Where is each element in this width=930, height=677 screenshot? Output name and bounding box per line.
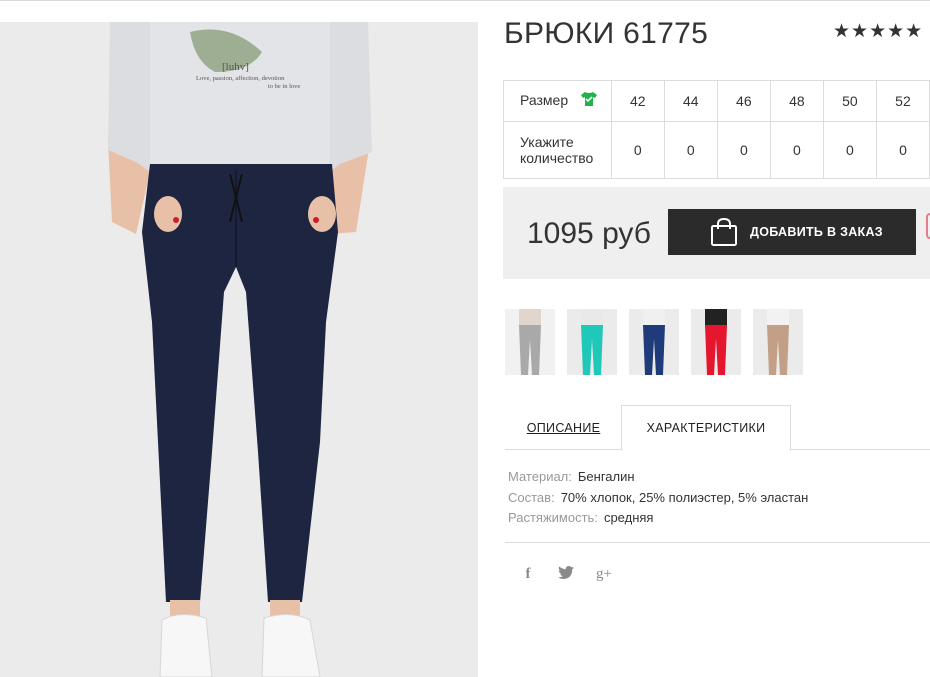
- tshirt-size-icon[interactable]: [580, 91, 598, 110]
- characteristic-key: Состав:: [508, 489, 555, 505]
- thumbnail-strip: [505, 309, 803, 375]
- tab-description[interactable]: ОПИСАНИЕ: [505, 405, 622, 450]
- size-value: 44: [663, 80, 718, 122]
- size-label: Размер: [520, 92, 569, 109]
- add-to-order-label: ДОБАВИТЬ В ЗАКАЗ: [750, 225, 883, 239]
- characteristic-key: Материал:: [508, 469, 572, 484]
- characteristic-value: Бенгалин: [577, 469, 635, 484]
- size-row: Размер 42 44 46 48 50 52: [503, 80, 930, 122]
- thumbnail-beige[interactable]: [753, 309, 803, 375]
- quantity-input[interactable]: 0: [716, 121, 771, 179]
- price: 1095 руб: [527, 217, 651, 250]
- twitter-icon[interactable]: [557, 566, 575, 583]
- quantity-row: Укажите количество 0 0 0 0 0 0: [503, 121, 930, 179]
- size-value: 50: [822, 80, 877, 122]
- characteristic-value: 70% хлопок, 25% полиэстер, 5% эластан: [560, 489, 809, 505]
- characteristic-value: средняя: [603, 510, 654, 525]
- product-title: БРЮКИ 61775: [504, 17, 709, 50]
- size-table: Размер 42 44 46 48 50 52 Укажите количес…: [503, 80, 930, 179]
- add-to-order-button[interactable]: ДОБАВИТЬ В ЗАКАЗ: [668, 209, 916, 255]
- size-value: 48: [769, 80, 824, 122]
- facebook-icon[interactable]: f: [519, 566, 537, 583]
- product-tabs: ОПИСАНИЕ ХАРАКТЕРИСТИКИ: [505, 405, 930, 451]
- shirt-print-line3: to be in love: [268, 83, 300, 90]
- top-divider: [0, 0, 930, 1]
- characteristics-list: Материал: Бенгалин Состав: 70% хлопок, 25%…: [508, 467, 808, 529]
- characteristic-row: Состав: 70% хлопок, 25% полиэстер, 5% эла…: [508, 488, 808, 509]
- quantity-input[interactable]: 0: [875, 121, 930, 179]
- shirt-print-line2: Love, passion, affection, devotion: [196, 75, 285, 82]
- size-label-cell: Размер: [503, 80, 612, 122]
- quantity-input[interactable]: 0: [663, 121, 718, 179]
- characteristic-row: Растяжимость: средняя: [508, 508, 808, 529]
- thumbnail-turquoise[interactable]: [567, 309, 617, 375]
- shirt-print-line1: [luhv]: [222, 61, 249, 73]
- quantity-label-cell: Укажите количество: [503, 121, 612, 179]
- quantity-label-line1: Укажите: [520, 134, 574, 150]
- size-value: 52: [875, 80, 930, 122]
- section-divider: [505, 542, 930, 543]
- thumbnail-navy[interactable]: [629, 309, 679, 375]
- size-value: 46: [716, 80, 771, 122]
- quantity-label-line2: количество: [520, 150, 594, 166]
- google-plus-icon[interactable]: g+: [595, 566, 613, 583]
- social-share: f g+: [519, 566, 613, 583]
- characteristic-key: Растяжимость:: [508, 510, 598, 525]
- quantity-input[interactable]: 0: [610, 121, 665, 179]
- partial-edge-icon: [926, 213, 930, 239]
- thumbnail-red[interactable]: [691, 309, 741, 375]
- thumbnail-gray[interactable]: [505, 309, 555, 375]
- shopping-bag-icon: [710, 217, 738, 247]
- quantity-input[interactable]: 0: [769, 121, 824, 179]
- size-value: 42: [610, 80, 665, 122]
- tab-characteristics[interactable]: ХАРАКТЕРИСТИКИ: [621, 405, 791, 451]
- quantity-input[interactable]: 0: [822, 121, 877, 179]
- product-photo: [luhv] Love, passion, affection, devotio…: [0, 22, 478, 677]
- characteristic-row: Материал: Бенгалин: [508, 467, 808, 488]
- rating-stars[interactable]: ★★★★★: [833, 21, 923, 43]
- buy-panel: 1095 руб ДОБАВИТЬ В ЗАКАЗ: [503, 187, 930, 279]
